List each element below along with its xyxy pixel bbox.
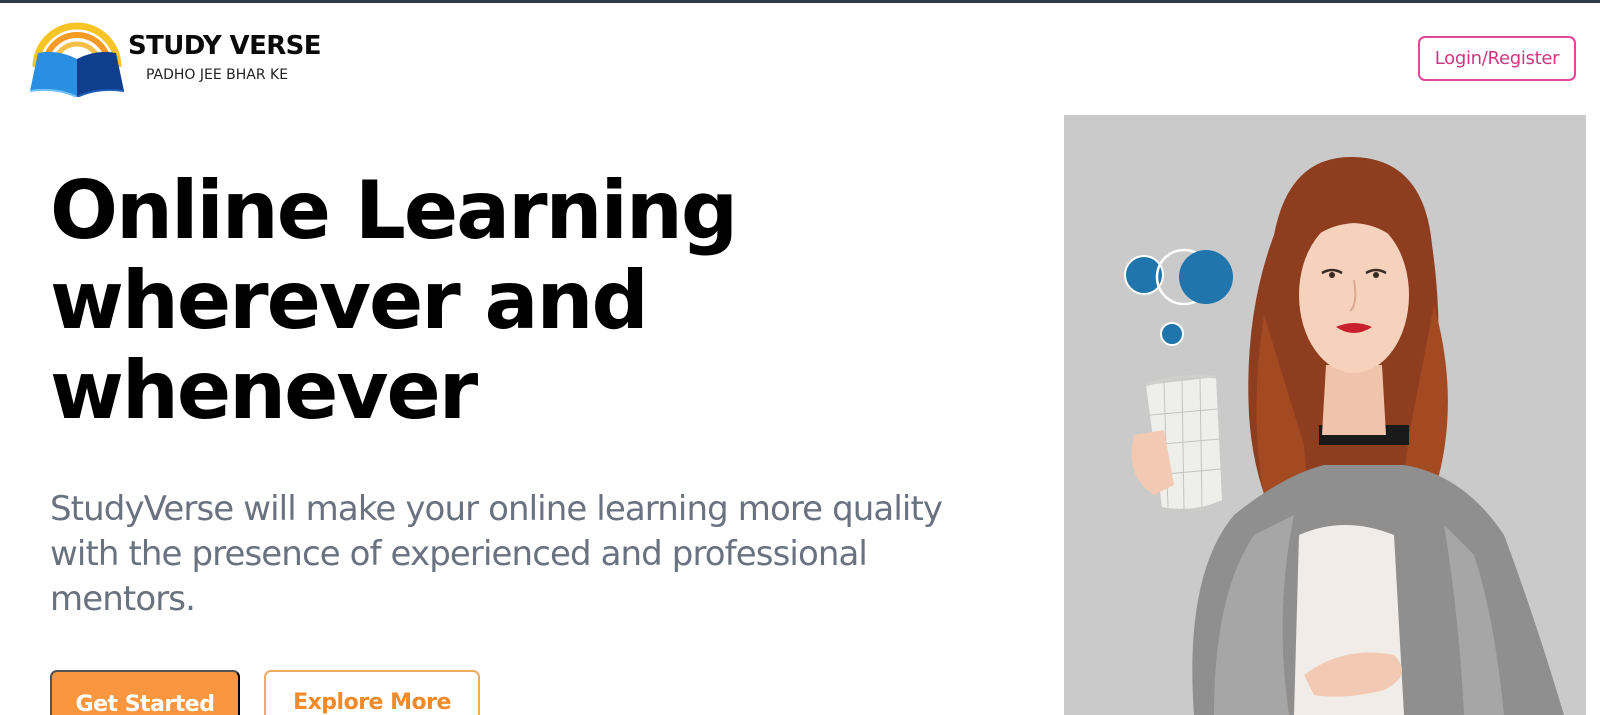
get-started-button[interactable]: Get Started [50, 670, 240, 715]
hero-illustration [1124, 156, 1564, 715]
hero-title-line: whenever [50, 344, 478, 437]
woman-holding-mug-photo [1064, 115, 1586, 715]
open-book-rainbow-icon [29, 22, 125, 97]
hero-description: StudyVerse will make your online learnin… [50, 489, 943, 619]
hero-title-line: wherever and [50, 254, 649, 347]
hero-title: Online Learning wherever and whenever [50, 166, 950, 436]
login-register-button[interactable]: Login/Register [1418, 36, 1576, 81]
site-header: STUDY VERSE PADHO JEE BHAR KE Login/Regi… [0, 3, 1600, 103]
logo-tagline: PADHO JEE BHAR KE [146, 67, 289, 83]
logo-title: STUDY VERSE [128, 31, 322, 61]
explore-more-button[interactable]: Explore More [264, 670, 480, 715]
hero-title-line: Online Learning [50, 164, 738, 257]
logo[interactable]: STUDY VERSE PADHO JEE BHAR KE [28, 15, 328, 97]
